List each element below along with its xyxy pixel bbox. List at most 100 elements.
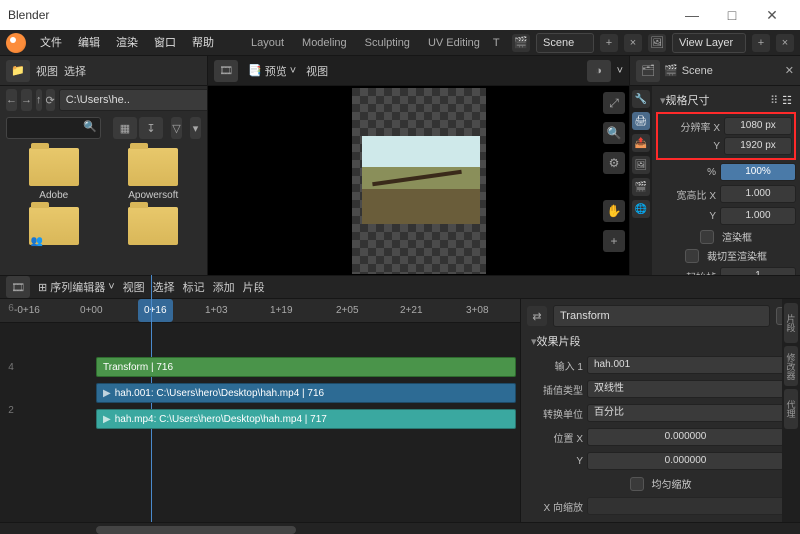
path-input[interactable] (59, 89, 215, 111)
prop-tab-world[interactable]: 🌐 (632, 200, 650, 218)
aspect-x-input[interactable]: 1.000 (720, 185, 796, 203)
outliner-scene-name[interactable]: Scene (682, 65, 713, 77)
aspect-y-input[interactable]: 1.000 (720, 207, 796, 225)
maximize-button[interactable]: □ (712, 0, 752, 30)
interp-dropdown[interactable]: 双线性 ˅ (587, 380, 794, 398)
uniform-scale-checkbox[interactable] (630, 477, 644, 491)
sequencer-mode-dropdown[interactable]: ⊞ 序列编辑器 ˅ (38, 279, 115, 295)
strip-transform[interactable]: Transform | 716 (96, 357, 516, 377)
panel-options-icon[interactable]: ⠿ (770, 94, 778, 107)
nav-forward-button[interactable]: → (21, 89, 32, 111)
menu-window[interactable]: 窗口 (146, 30, 184, 56)
viewlayer-delete-button[interactable]: × (776, 34, 794, 52)
outliner-editor-icon[interactable]: 🗂 (636, 60, 660, 82)
blender-logo-icon[interactable] (6, 33, 26, 53)
close-button[interactable]: ✕ (752, 0, 792, 30)
menu-help[interactable]: 帮助 (184, 30, 222, 56)
preview-menu-view[interactable]: 视图 (306, 63, 328, 79)
viewlayer-new-button[interactable]: + (752, 34, 770, 52)
folder-item[interactable] (108, 207, 200, 249)
fb-menu-view[interactable]: 视图 (36, 63, 58, 79)
preview-image (362, 136, 480, 224)
sidebar-tab-strip[interactable]: 片段 (784, 303, 798, 343)
unit-dropdown[interactable]: 百分比 ˅ (587, 404, 794, 422)
tl-menu-add[interactable]: 添加 (213, 279, 235, 295)
strip-hah001[interactable]: ▶hah.001: C:\Users\hero\Desktop\hah.mp4 … (96, 383, 516, 403)
zoom-icon[interactable]: 🔍 (603, 122, 625, 144)
render-region-checkbox[interactable] (700, 230, 714, 244)
viewlayer-browse-icon[interactable]: 🖼 (648, 34, 666, 52)
timeline-ruler[interactable]: -0+16 0+00 0+16 1+03 1+19 2+05 2+21 3+08 (0, 299, 520, 323)
start-input[interactable]: 1 (720, 267, 796, 275)
hand-icon[interactable]: ✋ (603, 200, 625, 222)
zoom-in-icon[interactable]: + (603, 230, 625, 252)
nav-refresh-button[interactable]: ⟳ (46, 89, 55, 111)
render-region-label: 渲染框 (722, 229, 752, 244)
outliner-close-button[interactable]: ✕ (785, 64, 794, 77)
sequencer-timeline[interactable]: -0+16 0+00 0+16 1+03 1+19 2+05 2+21 3+08… (0, 299, 520, 522)
tl-menu-select[interactable]: 选择 (153, 279, 175, 295)
options-icon[interactable]: ▾ (190, 117, 201, 139)
input1-value[interactable]: hah.001 (587, 356, 794, 374)
preview-editor-icon[interactable]: 🎞 (214, 60, 238, 82)
sidebar-tab-proxy[interactable]: 代理 (784, 389, 798, 429)
filter-icon[interactable]: ▽ (171, 117, 182, 139)
display-mode-icon[interactable]: ▦ (113, 117, 137, 139)
menu-render[interactable]: 渲染 (108, 30, 146, 56)
scene-name-input[interactable] (536, 33, 594, 53)
gear-icon[interactable]: ⚙ (603, 152, 625, 174)
viewlayer-name-input[interactable] (672, 33, 746, 53)
prop-tab-render[interactable]: 🖨 (632, 112, 650, 130)
panel-dimensions-title[interactable]: 规格尺寸 ⠿ ☷ (656, 90, 796, 110)
scale-input[interactable] (587, 497, 794, 515)
display-mode-dropdown[interactable]: 📑 预览 ˅ (244, 63, 300, 79)
scale-label: X 向缩放 (527, 499, 583, 514)
folder-apowersoft[interactable]: Apowersoft (108, 148, 200, 201)
strip-hah[interactable]: ▶hah.mp4: C:\Users\hero\Desktop\hah.mp4 … (96, 409, 516, 429)
prop-tab-scene[interactable]: 🎬 (632, 178, 650, 196)
tl-menu-strip[interactable]: 片段 (243, 279, 265, 295)
sequencer-editor-icon[interactable]: 🎞 (6, 276, 30, 298)
menu-file[interactable]: 文件 (32, 30, 70, 56)
channel-label: 4 (8, 362, 14, 373)
filebrowser-editor-icon[interactable]: 📁 (6, 60, 30, 82)
tl-menu-view[interactable]: 视图 (123, 279, 145, 295)
prop-tab-tool[interactable]: 🔧 (632, 90, 650, 108)
strip-name-input[interactable] (553, 305, 770, 327)
outliner-scene-icon: 🎬 (664, 64, 678, 77)
nav-back-button[interactable]: ← (6, 89, 17, 111)
menu-edit[interactable]: 编辑 (70, 30, 108, 56)
preview-overlay-icon[interactable]: ◑ (587, 60, 611, 82)
res-x-input[interactable]: 1080 px (724, 117, 792, 135)
tl-menu-marker[interactable]: 标记 (183, 279, 205, 295)
fb-menu-select[interactable]: 选择 (64, 63, 86, 79)
prop-tab-viewlayer[interactable]: 🖼 (632, 156, 650, 174)
nav-up-button[interactable]: ↑ (36, 89, 42, 111)
workspace-tab-layout[interactable]: Layout (242, 30, 293, 56)
strip-type-icon[interactable]: ⇄ (527, 306, 547, 326)
scene-delete-button[interactable]: × (624, 34, 642, 52)
sidebar-tab-modifier[interactable]: 修改器 (784, 346, 798, 386)
posx-input[interactable]: 0.000000 (587, 428, 784, 446)
sort-icon[interactable]: ↧ (139, 117, 163, 139)
workspace-tab-uv[interactable]: UV Editing (419, 30, 489, 56)
effect-strip-section[interactable]: 效果片段 (527, 331, 794, 351)
crop-region-checkbox[interactable] (685, 249, 699, 263)
folder-item[interactable] (8, 207, 100, 249)
tick-current[interactable]: 0+16 (138, 299, 173, 322)
expand-icon[interactable]: ⤢ (603, 92, 625, 114)
scene-browse-icon[interactable]: 🎬 (512, 34, 530, 52)
workspace-tab-modeling[interactable]: Modeling (293, 30, 356, 56)
prop-tab-output[interactable]: 📤 (632, 134, 650, 152)
minimize-button[interactable]: — (672, 0, 712, 30)
scene-new-button[interactable]: + (600, 34, 618, 52)
workspace-tab-truncated[interactable]: T (489, 30, 504, 56)
folder-adobe[interactable]: Adobe (8, 148, 100, 201)
res-y-input[interactable]: 1920 px (724, 137, 792, 155)
preview-canvas[interactable] (352, 88, 486, 274)
timeline-scrollbar[interactable] (0, 522, 800, 523)
percent-input[interactable]: 100% (720, 163, 796, 181)
posy-input[interactable]: 0.000000 (587, 452, 784, 470)
workspace-tab-sculpting[interactable]: Sculpting (356, 30, 419, 56)
scrollbar-thumb[interactable] (96, 526, 296, 534)
